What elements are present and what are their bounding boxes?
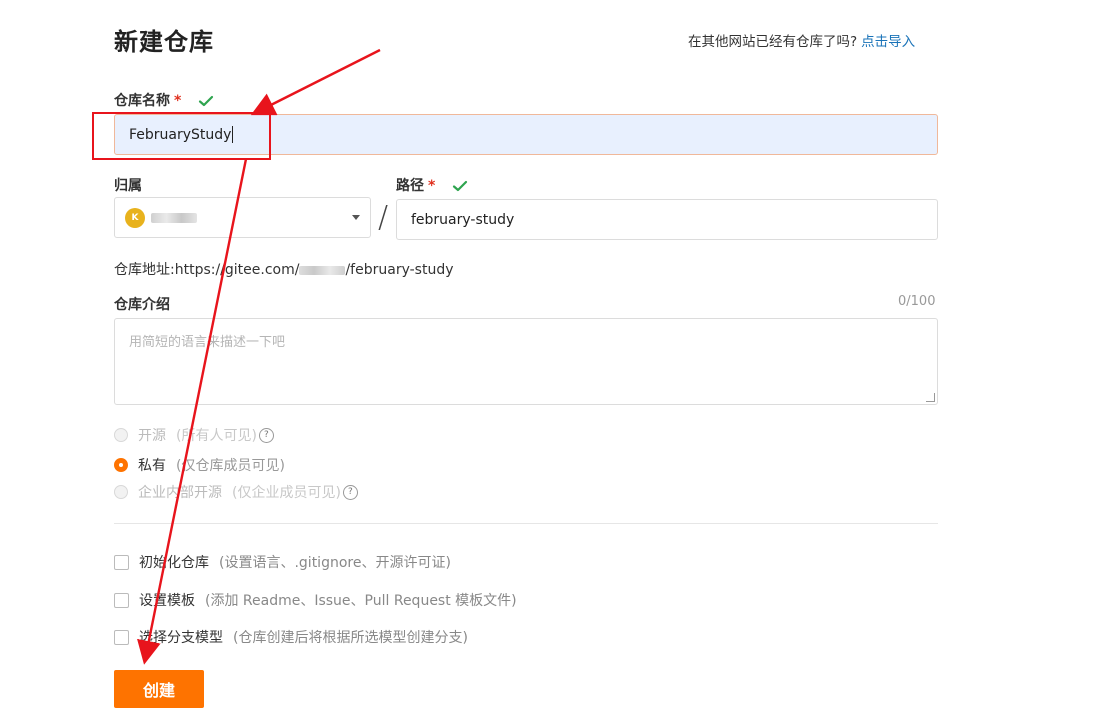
path-separator: / — [378, 200, 389, 235]
required-mark: * — [174, 93, 182, 109]
char-counter: 0/100 — [898, 294, 936, 309]
radio-enterprise[interactable]: 企业内部开源 (仅企业成员可见) ? — [114, 482, 358, 502]
radio-label: 开源 — [138, 428, 166, 444]
option-label: 选择分支模型 — [139, 630, 223, 646]
radio-private[interactable]: 私有 (仅仓库成员可见) — [114, 455, 285, 475]
owner-label: 归属 — [114, 178, 142, 194]
repo-name-value: FebruaryStudy — [129, 126, 232, 143]
repo-name-label: 仓库名称 * — [114, 90, 214, 110]
option-init-repo[interactable]: 初始化仓库 (设置语言、.gitignore、开源许可证) — [114, 552, 451, 572]
repo-address-label: 仓库地址: — [114, 262, 175, 278]
path-value: february-study — [411, 211, 515, 228]
checkbox[interactable] — [114, 629, 129, 645]
import-prompt: 在其他网站已经有仓库了吗? — [688, 34, 858, 50]
create-button[interactable]: 创建 — [114, 670, 204, 708]
option-label: 初始化仓库 — [139, 555, 209, 571]
resize-handle[interactable] — [926, 393, 935, 402]
annotation-arrow — [250, 48, 381, 116]
checkbox[interactable] — [114, 554, 129, 570]
option-hint: (仓库创建后将根据所选模型创建分支) — [233, 630, 468, 646]
description-label: 仓库介绍 — [114, 297, 170, 313]
description-textarea[interactable]: 用简短的语言来描述一下吧 — [114, 318, 938, 405]
path-label: 路径 * — [396, 175, 468, 195]
import-link[interactable]: 点击导入 — [861, 34, 915, 50]
radio-public[interactable]: 开源 (所有人可见) ? — [114, 425, 274, 445]
divider — [114, 523, 938, 524]
radio-button[interactable] — [114, 428, 128, 442]
owner-select[interactable]: K — [114, 197, 371, 238]
description-placeholder: 用简短的语言来描述一下吧 — [129, 335, 286, 350]
help-icon[interactable]: ? — [342, 484, 358, 500]
path-label-text: 路径 — [396, 178, 424, 194]
path-input[interactable]: february-study — [396, 199, 938, 240]
page-title: 新建仓库 — [114, 28, 214, 56]
caret-down-icon — [352, 215, 360, 220]
radio-label: 企业内部开源 — [138, 485, 222, 501]
option-hint: (添加 Readme、Issue、Pull Request 模板文件) — [205, 593, 517, 609]
address-owner-redacted — [299, 265, 346, 275]
radio-hint: (所有人可见) — [176, 428, 257, 444]
repo-name-label-text: 仓库名称 — [114, 93, 170, 109]
radio-hint: (仅仓库成员可见) — [176, 458, 285, 474]
repo-address-prefix: https://gitee.com/ — [174, 262, 300, 278]
check-icon — [453, 180, 468, 192]
repo-address-suffix: /february-study — [345, 262, 454, 278]
repo-address: 仓库地址:https://gitee.com/ /february-study — [114, 259, 454, 279]
option-label: 设置模板 — [139, 593, 195, 609]
option-template[interactable]: 设置模板 (添加 Readme、Issue、Pull Request 模板文件) — [114, 590, 517, 610]
text-caret — [232, 126, 234, 143]
radio-label: 私有 — [138, 458, 166, 474]
owner-name-redacted — [151, 212, 197, 223]
repo-name-input[interactable]: FebruaryStudy — [114, 114, 938, 155]
check-icon — [199, 95, 214, 107]
option-hint: (设置语言、.gitignore、开源许可证) — [219, 555, 451, 571]
help-icon[interactable]: ? — [258, 427, 274, 443]
required-mark: * — [428, 178, 436, 194]
radio-hint: (仅企业成员可见) — [232, 485, 341, 501]
radio-button[interactable] — [114, 485, 128, 499]
radio-button[interactable] — [114, 458, 128, 472]
checkbox[interactable] — [114, 592, 129, 608]
option-branch-model[interactable]: 选择分支模型 (仓库创建后将根据所选模型创建分支) — [114, 627, 468, 647]
avatar: K — [125, 207, 145, 228]
import-hint: 在其他网站已经有仓库了吗? 点击导入 — [688, 30, 915, 50]
